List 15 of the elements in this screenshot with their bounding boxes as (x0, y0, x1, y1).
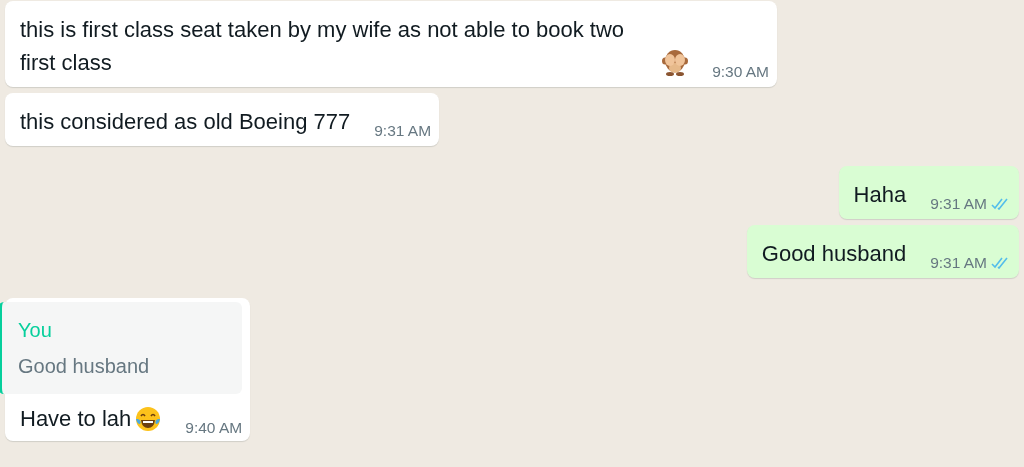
quote-text: Good husband (18, 354, 151, 379)
monkey-covering-eyes-icon (662, 48, 689, 76)
message-text: this considered as old Boeing 777 (20, 108, 351, 136)
quoted-message[interactable]: You Good husband (0, 302, 243, 394)
message-time: 9:31 AM (374, 122, 432, 140)
message-time: 9:31 AM (930, 254, 987, 272)
message-text: Haha (853, 181, 907, 209)
message-text: this is first class seat taken by my wife as not able to book two first class (20, 16, 626, 77)
message-time: 9:40 AM (185, 419, 243, 437)
quote-author: You (18, 318, 53, 343)
laughing-face-icon (135, 406, 162, 432)
message-time: 9:30 AM (712, 63, 769, 81)
message-text: Good husband (761, 240, 907, 268)
message-text: Have to lah (20, 405, 132, 433)
message-time: 9:31 AM (930, 195, 987, 213)
